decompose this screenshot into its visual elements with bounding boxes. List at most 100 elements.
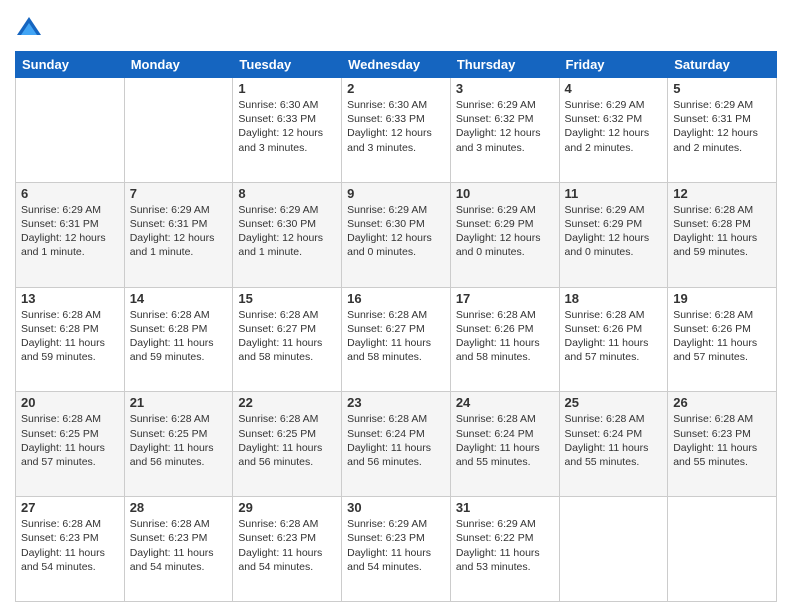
sunset-text: Sunset: 6:25 PM [130,428,208,440]
daylight-text: Daylight: 11 hours and 54 minutes. [347,547,431,573]
sunset-text: Sunset: 6:31 PM [130,218,208,230]
sunset-text: Sunset: 6:28 PM [673,218,751,230]
sunrise-text: Sunrise: 6:28 AM [21,309,101,321]
sunrise-text: Sunrise: 6:29 AM [347,518,427,530]
daylight-text: Daylight: 12 hours and 1 minute. [238,232,323,258]
day-number: 21 [130,395,228,410]
day-number: 29 [238,500,336,515]
day-info: Sunrise: 6:29 AM Sunset: 6:23 PM Dayligh… [347,517,445,574]
day-info: Sunrise: 6:30 AM Sunset: 6:33 PM Dayligh… [347,98,445,155]
daylight-text: Daylight: 12 hours and 2 minutes. [673,127,758,153]
day-number: 24 [456,395,554,410]
calendar-cell: 18 Sunrise: 6:28 AM Sunset: 6:26 PM Dayl… [559,287,668,392]
day-number: 18 [565,291,663,306]
sunrise-text: Sunrise: 6:29 AM [238,204,318,216]
sunset-text: Sunset: 6:29 PM [565,218,643,230]
calendar-cell: 9 Sunrise: 6:29 AM Sunset: 6:30 PM Dayli… [342,182,451,287]
sunrise-text: Sunrise: 6:29 AM [673,99,753,111]
sunrise-text: Sunrise: 6:28 AM [347,413,427,425]
sunrise-text: Sunrise: 6:28 AM [238,309,318,321]
calendar-cell: 25 Sunrise: 6:28 AM Sunset: 6:24 PM Dayl… [559,392,668,497]
week-row-4: 20 Sunrise: 6:28 AM Sunset: 6:25 PM Dayl… [16,392,777,497]
day-number: 11 [565,186,663,201]
sunrise-text: Sunrise: 6:28 AM [21,413,101,425]
sunset-text: Sunset: 6:28 PM [130,323,208,335]
day-number: 10 [456,186,554,201]
weekday-header-tuesday: Tuesday [233,52,342,78]
sunset-text: Sunset: 6:27 PM [347,323,425,335]
logo-icon [15,15,43,43]
sunset-text: Sunset: 6:27 PM [238,323,316,335]
sunrise-text: Sunrise: 6:28 AM [565,309,645,321]
sunrise-text: Sunrise: 6:30 AM [238,99,318,111]
daylight-text: Daylight: 11 hours and 56 minutes. [238,442,322,468]
sunrise-text: Sunrise: 6:29 AM [456,204,536,216]
daylight-text: Daylight: 11 hours and 54 minutes. [130,547,214,573]
sunrise-text: Sunrise: 6:28 AM [673,204,753,216]
calendar-cell: 4 Sunrise: 6:29 AM Sunset: 6:32 PM Dayli… [559,78,668,183]
sunrise-text: Sunrise: 6:29 AM [347,204,427,216]
calendar-table: SundayMondayTuesdayWednesdayThursdayFrid… [15,51,777,602]
sunrise-text: Sunrise: 6:28 AM [673,309,753,321]
day-info: Sunrise: 6:28 AM Sunset: 6:23 PM Dayligh… [238,517,336,574]
daylight-text: Daylight: 11 hours and 53 minutes. [456,547,540,573]
calendar-cell: 6 Sunrise: 6:29 AM Sunset: 6:31 PM Dayli… [16,182,125,287]
day-number: 31 [456,500,554,515]
calendar-cell: 13 Sunrise: 6:28 AM Sunset: 6:28 PM Dayl… [16,287,125,392]
day-info: Sunrise: 6:28 AM Sunset: 6:28 PM Dayligh… [21,308,119,365]
day-info: Sunrise: 6:28 AM Sunset: 6:26 PM Dayligh… [673,308,771,365]
weekday-header-sunday: Sunday [16,52,125,78]
calendar-cell: 31 Sunrise: 6:29 AM Sunset: 6:22 PM Dayl… [450,497,559,602]
calendar-cell [668,497,777,602]
sunrise-text: Sunrise: 6:28 AM [565,413,645,425]
day-info: Sunrise: 6:28 AM Sunset: 6:25 PM Dayligh… [21,412,119,469]
day-info: Sunrise: 6:28 AM Sunset: 6:25 PM Dayligh… [238,412,336,469]
day-number: 22 [238,395,336,410]
calendar-cell: 27 Sunrise: 6:28 AM Sunset: 6:23 PM Dayl… [16,497,125,602]
daylight-text: Daylight: 11 hours and 57 minutes. [565,337,649,363]
daylight-text: Daylight: 11 hours and 56 minutes. [347,442,431,468]
day-number: 13 [21,291,119,306]
calendar-cell: 3 Sunrise: 6:29 AM Sunset: 6:32 PM Dayli… [450,78,559,183]
sunrise-text: Sunrise: 6:29 AM [456,518,536,530]
day-number: 9 [347,186,445,201]
sunset-text: Sunset: 6:26 PM [456,323,534,335]
day-info: Sunrise: 6:28 AM Sunset: 6:24 PM Dayligh… [565,412,663,469]
week-row-5: 27 Sunrise: 6:28 AM Sunset: 6:23 PM Dayl… [16,497,777,602]
daylight-text: Daylight: 12 hours and 3 minutes. [238,127,323,153]
daylight-text: Daylight: 11 hours and 59 minutes. [673,232,757,258]
calendar-cell: 29 Sunrise: 6:28 AM Sunset: 6:23 PM Dayl… [233,497,342,602]
page: SundayMondayTuesdayWednesdayThursdayFrid… [0,0,792,612]
sunset-text: Sunset: 6:26 PM [565,323,643,335]
daylight-text: Daylight: 11 hours and 55 minutes. [456,442,540,468]
sunrise-text: Sunrise: 6:29 AM [565,204,645,216]
day-info: Sunrise: 6:28 AM Sunset: 6:23 PM Dayligh… [673,412,771,469]
sunset-text: Sunset: 6:32 PM [565,113,643,125]
day-number: 25 [565,395,663,410]
sunset-text: Sunset: 6:23 PM [347,532,425,544]
weekday-header-thursday: Thursday [450,52,559,78]
daylight-text: Daylight: 12 hours and 0 minutes. [456,232,541,258]
weekday-header-friday: Friday [559,52,668,78]
day-info: Sunrise: 6:28 AM Sunset: 6:25 PM Dayligh… [130,412,228,469]
day-number: 12 [673,186,771,201]
day-info: Sunrise: 6:28 AM Sunset: 6:24 PM Dayligh… [456,412,554,469]
daylight-text: Daylight: 11 hours and 55 minutes. [565,442,649,468]
sunrise-text: Sunrise: 6:28 AM [456,309,536,321]
calendar-cell: 11 Sunrise: 6:29 AM Sunset: 6:29 PM Dayl… [559,182,668,287]
day-info: Sunrise: 6:29 AM Sunset: 6:30 PM Dayligh… [347,203,445,260]
sunrise-text: Sunrise: 6:30 AM [347,99,427,111]
sunset-text: Sunset: 6:23 PM [130,532,208,544]
week-row-2: 6 Sunrise: 6:29 AM Sunset: 6:31 PM Dayli… [16,182,777,287]
day-number: 5 [673,81,771,96]
day-info: Sunrise: 6:28 AM Sunset: 6:28 PM Dayligh… [673,203,771,260]
day-number: 2 [347,81,445,96]
calendar-cell [559,497,668,602]
sunrise-text: Sunrise: 6:28 AM [238,413,318,425]
day-number: 26 [673,395,771,410]
day-number: 28 [130,500,228,515]
day-number: 14 [130,291,228,306]
day-info: Sunrise: 6:28 AM Sunset: 6:26 PM Dayligh… [565,308,663,365]
day-info: Sunrise: 6:29 AM Sunset: 6:32 PM Dayligh… [456,98,554,155]
daylight-text: Daylight: 11 hours and 58 minutes. [347,337,431,363]
